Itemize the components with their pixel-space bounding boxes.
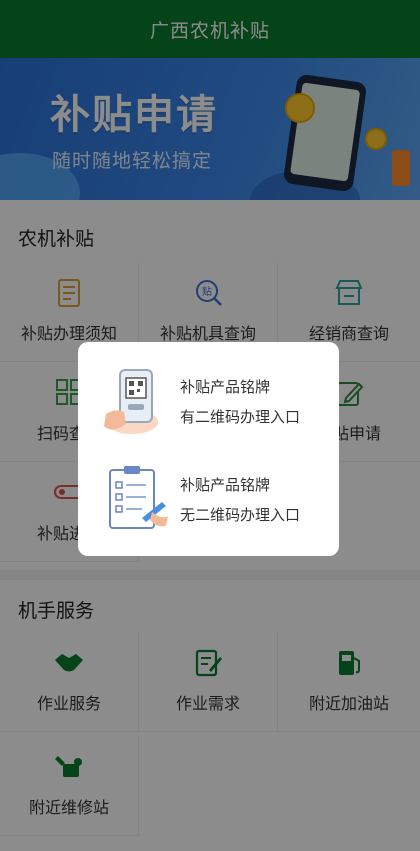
option-subtitle: 无二维码办理入口 <box>180 506 301 524</box>
nameplate-dialog: 补贴产品铭牌 有二维码办理入口 补贴产品铭牌 无二维码办理入口 <box>78 342 339 556</box>
option-without-qr[interactable]: 补贴产品铭牌 无二维码办理入口 <box>78 458 339 548</box>
qr-phone-icon <box>104 369 158 434</box>
option-with-qr[interactable]: 补贴产品铭牌 有二维码办理入口 <box>78 360 339 450</box>
option-subtitle: 有二维码办理入口 <box>180 408 301 426</box>
option-title: 补贴产品铭牌 <box>180 378 271 396</box>
checklist-icon <box>109 466 168 529</box>
option-title: 补贴产品铭牌 <box>180 476 271 494</box>
